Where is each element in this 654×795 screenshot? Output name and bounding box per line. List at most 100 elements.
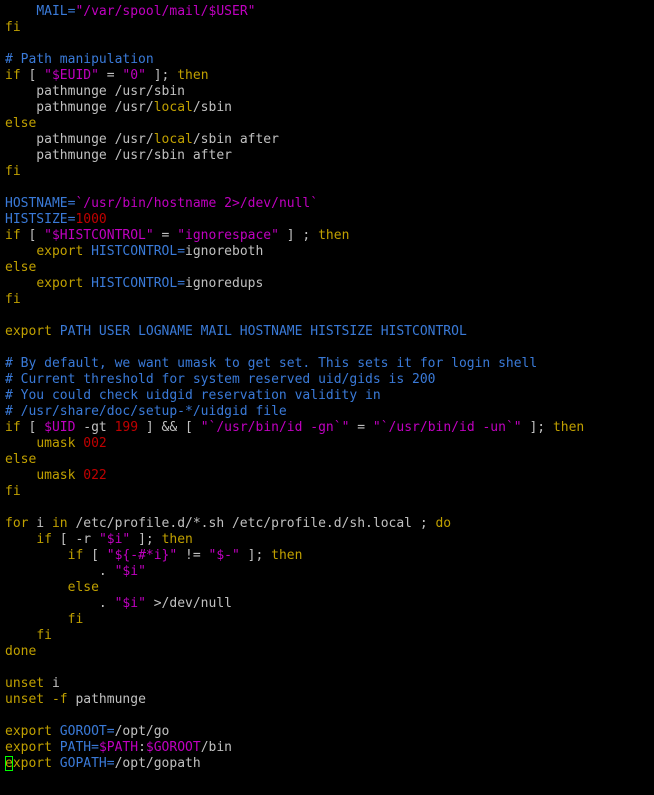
- code-line: else: [5, 452, 584, 468]
- code-token-plain: /etc/profile.d/*.sh /etc/profile.d/sh.lo…: [67, 516, 436, 531]
- code-token-plain: =: [349, 420, 373, 435]
- code-token-plain: >/dev/null: [145, 596, 232, 611]
- code-token-builtin: PATH=: [59, 740, 99, 755]
- code-token-variable: $GOROOT: [145, 740, 201, 755]
- code-token-plain: [: [20, 68, 45, 83]
- code-token-string: ": [145, 228, 154, 243]
- code-token-keyword: then: [271, 548, 303, 563]
- code-line: fi: [5, 484, 584, 500]
- code-token-builtin: HISTCONTROL=: [91, 244, 186, 259]
- code-token-keyword: else: [5, 116, 37, 131]
- code-line: umask 022: [5, 468, 584, 484]
- code-token-plain: pathmunge /usr/: [5, 100, 154, 115]
- code-token-keyword: then: [318, 228, 350, 243]
- code-line: pathmunge /usr/sbin after: [5, 148, 584, 164]
- code-token-keyword: unset: [5, 676, 45, 691]
- code-token-keyword: if: [67, 548, 84, 563]
- code-token-plain: pathmunge /usr/sbin: [5, 84, 186, 99]
- code-token-plain: -gt: [75, 420, 115, 435]
- code-token-keyword: if: [36, 532, 52, 547]
- code-token-plain: i: [44, 676, 60, 691]
- code-line: HISTSIZE=1000: [5, 212, 584, 228]
- code-token-keyword: else: [67, 580, 99, 595]
- code-token-string: ": [138, 564, 146, 579]
- code-token-comment: # /usr/share/doc/setup-*/uidgid file: [5, 404, 287, 419]
- code-token-string: ": [91, 68, 99, 83]
- code-line: # /usr/share/doc/setup-*/uidgid file: [5, 404, 584, 420]
- code-token-keyword: then: [552, 420, 585, 435]
- code-token-keyword: umask: [36, 468, 76, 483]
- code-token-keyword: export: [5, 324, 52, 339]
- code-token-number: 002: [83, 436, 107, 451]
- code-token-string: "ignorespace": [177, 228, 279, 243]
- code-line: fi: [5, 20, 584, 36]
- code-line: fi: [5, 612, 584, 628]
- code-token-string: `/usr/bin/hostname 2>/dev/null`: [75, 196, 319, 211]
- code-token-plain: /opt/gopath: [114, 756, 201, 771]
- code-token-keyword: local: [153, 132, 193, 147]
- code-token-string: ": [138, 596, 146, 611]
- code-line: if [ "${-#*i}" != "$-" ]; then: [5, 548, 584, 564]
- code-token-plain: /sbin after: [192, 132, 279, 147]
- code-token-plain: ];: [130, 532, 162, 547]
- code-token-variable: ${-#*i}: [114, 548, 170, 563]
- code-token-string: ": [44, 68, 52, 83]
- code-line: . "$i": [5, 564, 584, 580]
- code-token-builtin: HISTCONTROL=: [91, 276, 186, 291]
- code-token-plain: :: [138, 740, 146, 755]
- code-line: pathmunge /usr/local/sbin after: [5, 132, 584, 148]
- code-line: export HISTCONTROL=ignoreboth: [5, 244, 584, 260]
- code-token-plain: !=: [177, 548, 209, 563]
- code-line: pathmunge /usr/sbin: [5, 84, 584, 100]
- code-token-keyword: do: [435, 516, 452, 531]
- code-token-keyword: if: [5, 68, 21, 83]
- code-token-plain: /opt/go: [114, 724, 170, 739]
- code-line: fi: [5, 628, 584, 644]
- code-token-keyword: fi: [67, 612, 84, 627]
- code-token-keyword: fi: [5, 292, 21, 307]
- terminal-window[interactable]: MAIL="/var/spool/mail/$USER" fi # Path man…: [0, 0, 654, 795]
- text-cursor: e: [5, 756, 13, 771]
- code-token-keyword: unset: [5, 692, 45, 707]
- code-token-plain: .: [5, 564, 115, 579]
- code-token-string: "`/usr/bin/id -un`": [372, 420, 522, 435]
- code-token-keyword: fi: [36, 628, 52, 643]
- code-line: # You could check uidgid reservation val…: [5, 388, 584, 404]
- code-token-plain: [: [20, 228, 45, 243]
- code-token-comment: # Current threshold for system reserved …: [5, 372, 436, 387]
- code-line: else: [5, 116, 584, 132]
- code-editor[interactable]: MAIL="/var/spool/mail/$USER" fi # Path man…: [5, 4, 584, 772]
- code-line: done: [5, 644, 584, 660]
- code-token-keyword: local: [153, 100, 193, 115]
- code-token-number: 1000: [75, 212, 107, 227]
- code-token-string: ": [247, 4, 256, 19]
- code-token-plain: [: [20, 420, 45, 435]
- code-line: # Path manipulation: [5, 52, 584, 68]
- code-token-builtin: GOROOT=: [59, 724, 115, 739]
- code-token-keyword: then: [161, 532, 193, 547]
- code-token-string: ": [106, 548, 115, 563]
- code-line: export PATH=$PATH:$GOROOT/bin: [5, 740, 584, 756]
- code-token-plain: ignoredups: [185, 276, 264, 291]
- code-token-keyword: for: [5, 516, 29, 531]
- code-token-string: ": [44, 228, 52, 243]
- code-token-keyword: fi: [5, 20, 21, 35]
- code-token-number: 022: [83, 468, 107, 483]
- code-token-plain: pathmunge /usr/sbin after: [5, 148, 232, 163]
- code-token-plain: ];: [521, 420, 553, 435]
